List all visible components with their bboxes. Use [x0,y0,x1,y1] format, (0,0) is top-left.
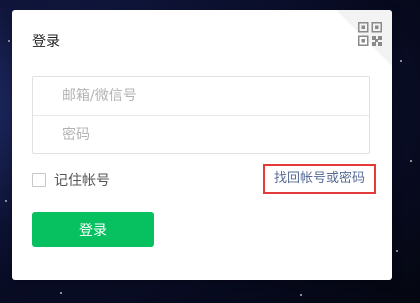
remember-checkbox[interactable] [32,173,46,187]
credentials-group [32,76,370,154]
star [8,40,10,42]
star [396,250,398,252]
login-button[interactable]: 登录 [32,212,154,247]
login-card: 登录 记住帐号 找回帐号或密码 登录 [12,10,392,280]
star [5,200,7,202]
password-input[interactable] [33,116,369,154]
forgot-account-link[interactable]: 找回帐号或密码 [263,164,376,194]
account-input[interactable] [33,77,369,115]
star [400,60,402,62]
remember-account[interactable]: 记住帐号 [32,170,110,190]
star [410,160,412,162]
page-title: 登录 [32,34,60,50]
star [300,294,302,296]
remember-label: 记住帐号 [54,173,110,189]
qr-code-icon[interactable] [358,22,382,46]
star [60,292,62,294]
